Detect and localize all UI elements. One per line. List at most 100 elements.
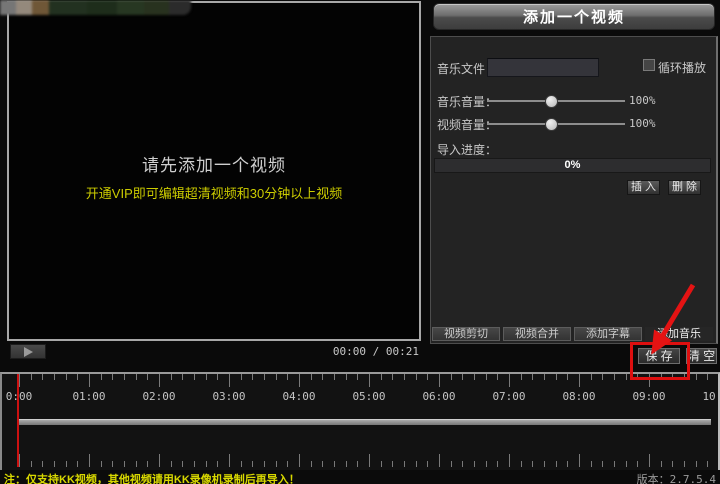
- timeline-tick: [241, 461, 242, 467]
- timeline-tick: [707, 461, 708, 467]
- timeline-tick: [567, 461, 568, 467]
- timeline-tick: [427, 374, 428, 380]
- import-progress-bar: 0%: [434, 158, 711, 173]
- timeline-time-label: 08:00: [562, 390, 595, 403]
- timeline-tick: [579, 454, 580, 467]
- preview-hint: 请先添加一个视频 开通VIP即可编辑超清视频和30分钟以上视频: [9, 151, 419, 202]
- timeline-tick: [626, 374, 627, 380]
- tab-video-merge[interactable]: 视频合并: [503, 327, 571, 341]
- tab-video-cut[interactable]: 视频剪切: [432, 327, 500, 341]
- timeline-tick: [451, 461, 452, 467]
- timeline-tick: [684, 461, 685, 467]
- timeline-tick: [54, 374, 55, 380]
- timeline-tick: [194, 374, 195, 380]
- timeline-time-label: 03:00: [212, 390, 245, 403]
- timeline-playhead[interactable]: [17, 374, 19, 467]
- timeline-tick: [696, 461, 697, 467]
- timeline-tick: [707, 374, 708, 380]
- add-video-button[interactable]: 添加一个视频: [433, 3, 715, 30]
- version-label: 版本：2.7.5.4: [637, 471, 716, 484]
- timeline-tick: [462, 461, 463, 467]
- music-volume-handle[interactable]: [545, 95, 558, 108]
- app-window: 请先添加一个视频 开通VIP即可编辑超清视频和30分钟以上视频 00:00 / …: [0, 0, 720, 484]
- timeline-tick: [264, 461, 265, 467]
- play-button[interactable]: [10, 344, 46, 359]
- timeline-tick: [124, 461, 125, 467]
- music-volume-slider[interactable]: [487, 94, 625, 108]
- timeline-tick: [182, 461, 183, 467]
- timeline-tick: [357, 461, 358, 467]
- timeline-tick: [101, 461, 102, 467]
- timeline-tick: [602, 461, 603, 467]
- timeline-tick: [661, 461, 662, 467]
- timeline-scrollbar[interactable]: [19, 419, 711, 425]
- timeline-tick: [112, 374, 113, 380]
- music-panel: 音乐文件： 循环播放 音乐音量： 100% 视频音量： 100% 导入进度： 0…: [430, 36, 718, 344]
- timeline-tick: [486, 461, 487, 467]
- timeline-tick: [299, 454, 300, 467]
- timeline-tick: [171, 374, 172, 380]
- timeline-tick: [77, 374, 78, 380]
- timeline-tick: [229, 374, 230, 387]
- timeline-tick: [241, 374, 242, 380]
- timeline-tick: [369, 374, 370, 387]
- timeline-tick: [31, 461, 32, 467]
- timeline-tick: [101, 374, 102, 380]
- timeline-tick: [427, 461, 428, 467]
- timeline-time-label: 05:00: [352, 390, 385, 403]
- tab-add-music[interactable]: 添加音乐: [645, 327, 713, 341]
- timeline-tick: [147, 461, 148, 467]
- tab-add-subtitle[interactable]: 添加字幕: [574, 327, 642, 341]
- timeline-tick: [521, 374, 522, 380]
- timeline-tick: [486, 374, 487, 380]
- timeline-tick: [357, 374, 358, 380]
- timeline-tick: [591, 461, 592, 467]
- timeline-tick: [77, 461, 78, 467]
- timeline-tick: [649, 454, 650, 467]
- timeline-time-label: 01:00: [72, 390, 105, 403]
- video-volume-slider[interactable]: [487, 117, 625, 131]
- timeline-tick: [311, 461, 312, 467]
- timeline-tick: [521, 461, 522, 467]
- timeline-tick: [626, 461, 627, 467]
- timeline-tick: [474, 461, 475, 467]
- music-file-input[interactable]: [487, 58, 599, 77]
- import-progress-label: 导入进度：: [437, 141, 497, 158]
- support-note: 注：仅支持KK视频，其他视频请用KK录像机录制后再导入！: [4, 471, 300, 484]
- timeline-tick: [19, 454, 20, 467]
- timeline-tick: [252, 374, 253, 380]
- save-button[interactable]: 保 存: [638, 348, 680, 364]
- timeline-tick: [392, 374, 393, 380]
- timeline-tick: [194, 461, 195, 467]
- loop-label: 循环播放: [658, 59, 706, 76]
- timeline-time-label: 07:00: [492, 390, 525, 403]
- timeline-tick: [381, 461, 382, 467]
- timeline-tick: [369, 454, 370, 467]
- timeline-ruler-bottom: [2, 453, 718, 467]
- timeline-tick: [322, 461, 323, 467]
- video-volume-value: 100%: [629, 117, 656, 130]
- timeline-tick: [89, 374, 90, 387]
- timeline-tick: [147, 374, 148, 380]
- timeline-tick: [462, 374, 463, 380]
- insert-button[interactable]: 插 入: [627, 180, 660, 195]
- timeline-tick: [696, 374, 697, 380]
- timeline-tick: [579, 374, 580, 387]
- timeline-time-label: 10:00: [702, 390, 720, 403]
- clear-button[interactable]: 清 空: [686, 348, 717, 364]
- timeline-tick: [252, 461, 253, 467]
- loop-checkbox[interactable]: [643, 59, 655, 71]
- timeline-tick: [346, 374, 347, 380]
- timeline-tick: [637, 461, 638, 467]
- timeline-tick: [416, 461, 417, 467]
- timeline-tick: [334, 374, 335, 380]
- timeline-tick: [334, 461, 335, 467]
- timeline-tick: [19, 374, 20, 387]
- timeline-tick: [439, 454, 440, 467]
- delete-button[interactable]: 删 除: [668, 180, 701, 195]
- video-volume-handle[interactable]: [545, 118, 558, 131]
- timeline-tick: [276, 374, 277, 380]
- timeline[interactable]: 0:0001:0002:0003:0004:0005:0006:0007:000…: [0, 372, 720, 470]
- timeline-tick: [497, 461, 498, 467]
- timeline-tick: [287, 461, 288, 467]
